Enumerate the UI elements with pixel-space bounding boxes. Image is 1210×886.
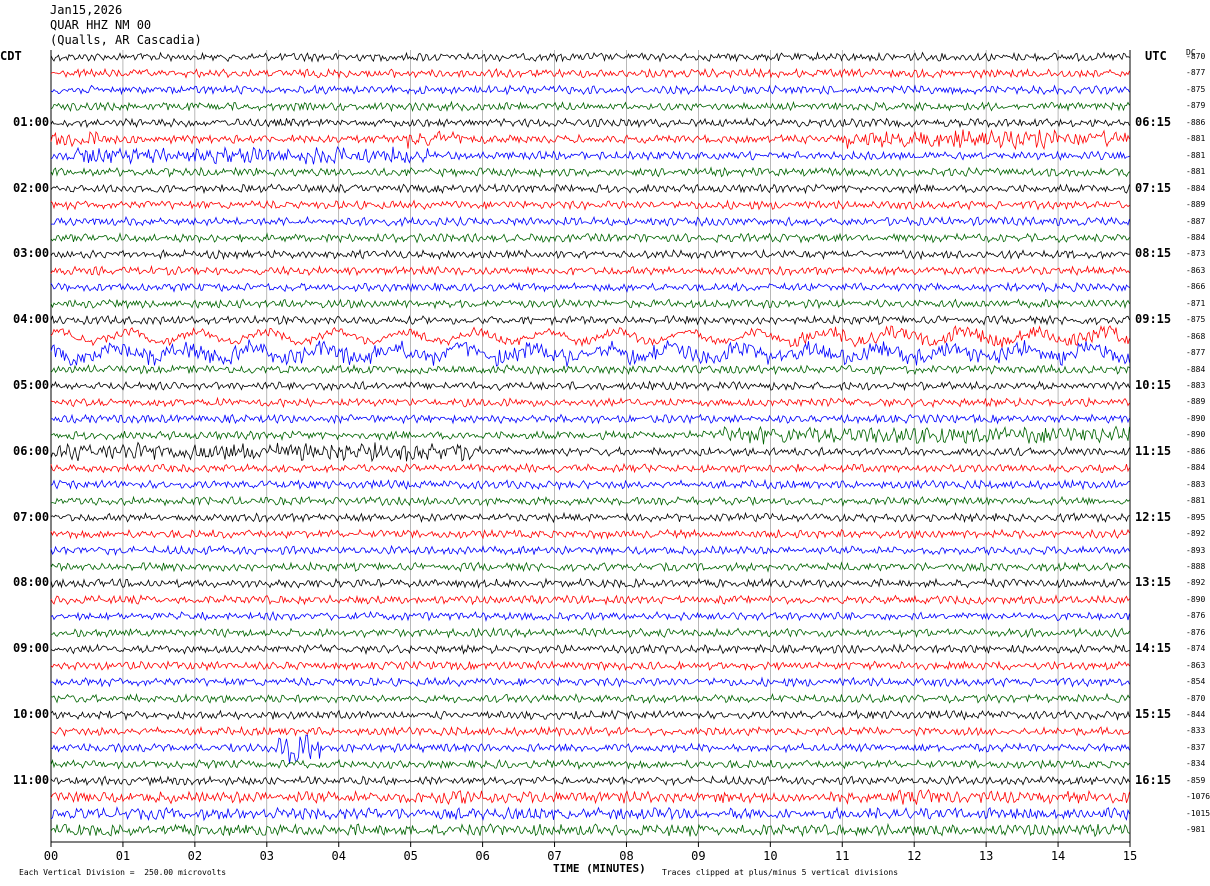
trace-21 [50,396,1130,409]
x-tick-label-9: 09 [691,849,705,863]
trace-41 [50,725,1130,738]
x-tick-label-4: 04 [332,849,346,863]
footer-clip-note: Traces clipped at plus/minus 5 vertical … [662,868,899,877]
trace-31 [50,561,1130,573]
trace-1 [50,67,1130,80]
trace-46 [50,806,1130,822]
trace-12 [50,248,1130,261]
trace-32 [50,577,1130,589]
trace-27 [50,495,1130,507]
trace-5 [50,129,1130,151]
footer-scale-note: Each Vertical Division = 250.00 microvol… [19,868,227,877]
seismogram-plot: 00 01 02 03 04 05 06 07 08 09 10 11 12 13 14 15 [44,50,1137,863]
trace-34 [50,610,1130,623]
trace-26 [50,478,1130,491]
trace-20 [50,380,1130,392]
x-tick-label-8: 08 [619,849,633,863]
trace-10 [50,215,1130,228]
trace-6 [50,145,1130,165]
trace-30 [50,544,1130,557]
trace-19 [50,363,1130,376]
trace-33 [50,594,1130,606]
trace-2 [50,84,1130,96]
trace-43 [50,758,1130,770]
trace-0 [50,51,1130,63]
x-tick-label-3: 03 [260,849,274,863]
x-tick-label-10: 10 [763,849,777,863]
trace-25 [50,462,1130,474]
x-tick-label-14: 14 [1051,849,1065,863]
trace-18 [50,339,1130,367]
trace-4 [50,117,1130,129]
trace-29 [50,528,1130,540]
x-tick-label-1: 01 [116,849,130,863]
x-tick-label-2: 02 [188,849,202,863]
x-tick-label-5: 05 [403,849,417,863]
trace-45 [50,788,1130,806]
trace-35 [50,627,1130,639]
trace-14 [50,281,1130,293]
x-tick-label-6: 06 [475,849,489,863]
trace-39 [50,692,1130,705]
trace-8 [50,182,1130,195]
trace-11 [50,232,1130,244]
trace-38 [50,676,1130,688]
trace-13 [50,264,1130,277]
trace-3 [50,100,1130,113]
minute-gridlines [50,50,1131,842]
trace-16 [50,314,1130,327]
trace-9 [50,199,1130,211]
x-tick-label-0: 00 [44,849,58,863]
trace-22 [50,413,1130,425]
trace-24 [50,441,1130,463]
x-tick-label-13: 13 [979,849,993,863]
trace-47 [50,822,1130,838]
trace-37 [50,660,1130,672]
trace-23 [50,425,1130,445]
seismic-traces [50,51,1130,838]
x-tick-label-15: 15 [1123,849,1137,863]
trace-42 [50,734,1130,765]
trace-40 [50,709,1130,721]
trace-28 [50,511,1130,524]
trace-44 [50,774,1130,787]
trace-36 [50,643,1130,655]
x-axis: 00 01 02 03 04 05 06 07 08 09 10 11 12 13 14 15 [44,841,1137,863]
x-axis-title: TIME (MINUTES) [553,862,646,875]
trace-7 [50,166,1130,178]
trace-15 [50,298,1130,310]
x-tick-label-7: 07 [547,849,561,863]
x-tick-label-12: 12 [907,849,921,863]
trace-17 [50,325,1130,348]
x-tick-label-11: 11 [835,849,849,863]
